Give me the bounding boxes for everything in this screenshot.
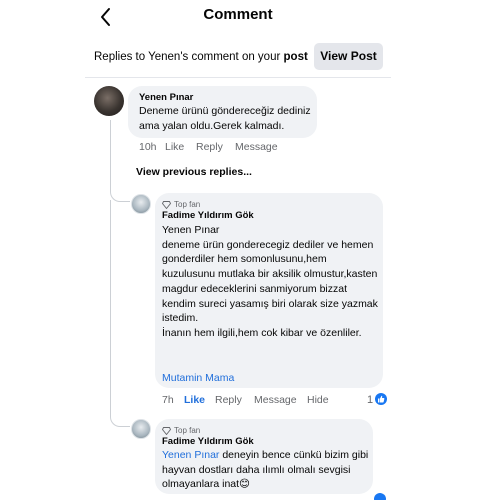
thread-connector-1 <box>110 158 130 202</box>
hide-button[interactable]: Hide <box>307 394 329 406</box>
thread-connector-2 <box>110 405 130 427</box>
reply-author[interactable]: Fadime Yıldırım Gök <box>162 210 254 221</box>
mention-link[interactable]: Mutamin Mama <box>162 372 234 384</box>
comment-text: Deneme ürünü göndereceğiz dediniz ama ya… <box>139 105 311 132</box>
avatar[interactable] <box>94 86 124 116</box>
diamond-icon <box>162 426 171 435</box>
reply-button[interactable]: Reply <box>196 141 223 153</box>
reply-button[interactable]: Reply <box>215 394 242 406</box>
like-button[interactable]: Like <box>184 394 205 406</box>
comment-time: 10h <box>139 141 157 153</box>
message-button[interactable]: Message <box>254 394 297 406</box>
thread-line-main <box>110 120 111 160</box>
like-reaction-icon[interactable] <box>375 393 387 405</box>
reply-bubble: Top fan Fadime Yıldırım Gök Yenen Pınar … <box>155 193 383 388</box>
like-reaction-icon[interactable] <box>374 493 386 500</box>
reply-author[interactable]: Fadime Yıldırım Gök <box>162 436 254 447</box>
avatar[interactable] <box>131 194 151 214</box>
replies-banner: Replies to Yenen's comment on your post … <box>85 38 391 78</box>
top-fan-label: Top fan <box>174 426 201 435</box>
comment-bubble: Yenen Pınar Deneme ürünü göndereceğiz de… <box>128 86 317 138</box>
avatar[interactable] <box>131 419 151 439</box>
banner-text: Replies to Yenen's comment on your post <box>94 51 308 63</box>
reply-bubble: Top fan Fadime Yıldırım Gök Yenen Pınar … <box>155 419 373 494</box>
thread-line-main-2 <box>110 200 111 410</box>
page-title: Comment <box>203 6 273 23</box>
like-button[interactable]: Like <box>165 141 184 153</box>
view-previous-replies[interactable]: View previous replies... <box>136 166 252 178</box>
banner-prefix: Replies to Yenen's comment on your <box>94 51 284 63</box>
view-post-button[interactable]: View Post <box>314 43 383 70</box>
top-bar: Comment <box>85 0 391 34</box>
mention-link[interactable]: Yenen Pınar <box>162 449 219 461</box>
reaction-count[interactable]: 1 <box>367 394 373 406</box>
top-fan-badge: Top fan <box>162 200 200 209</box>
message-button[interactable]: Message <box>235 141 278 153</box>
diamond-icon <box>162 200 171 209</box>
reply-text: Yenen Pınar deneyin bence cünkü bizim gi… <box>162 448 372 492</box>
banner-post-word: post <box>283 51 308 63</box>
top-fan-badge: Top fan <box>162 426 200 435</box>
comment-author[interactable]: Yenen Pınar <box>139 92 193 103</box>
reply-time: 7h <box>162 394 174 406</box>
top-fan-label: Top fan <box>174 200 201 209</box>
reply-text: Yenen Pınar deneme ürün gonderecegiz ded… <box>162 224 378 339</box>
